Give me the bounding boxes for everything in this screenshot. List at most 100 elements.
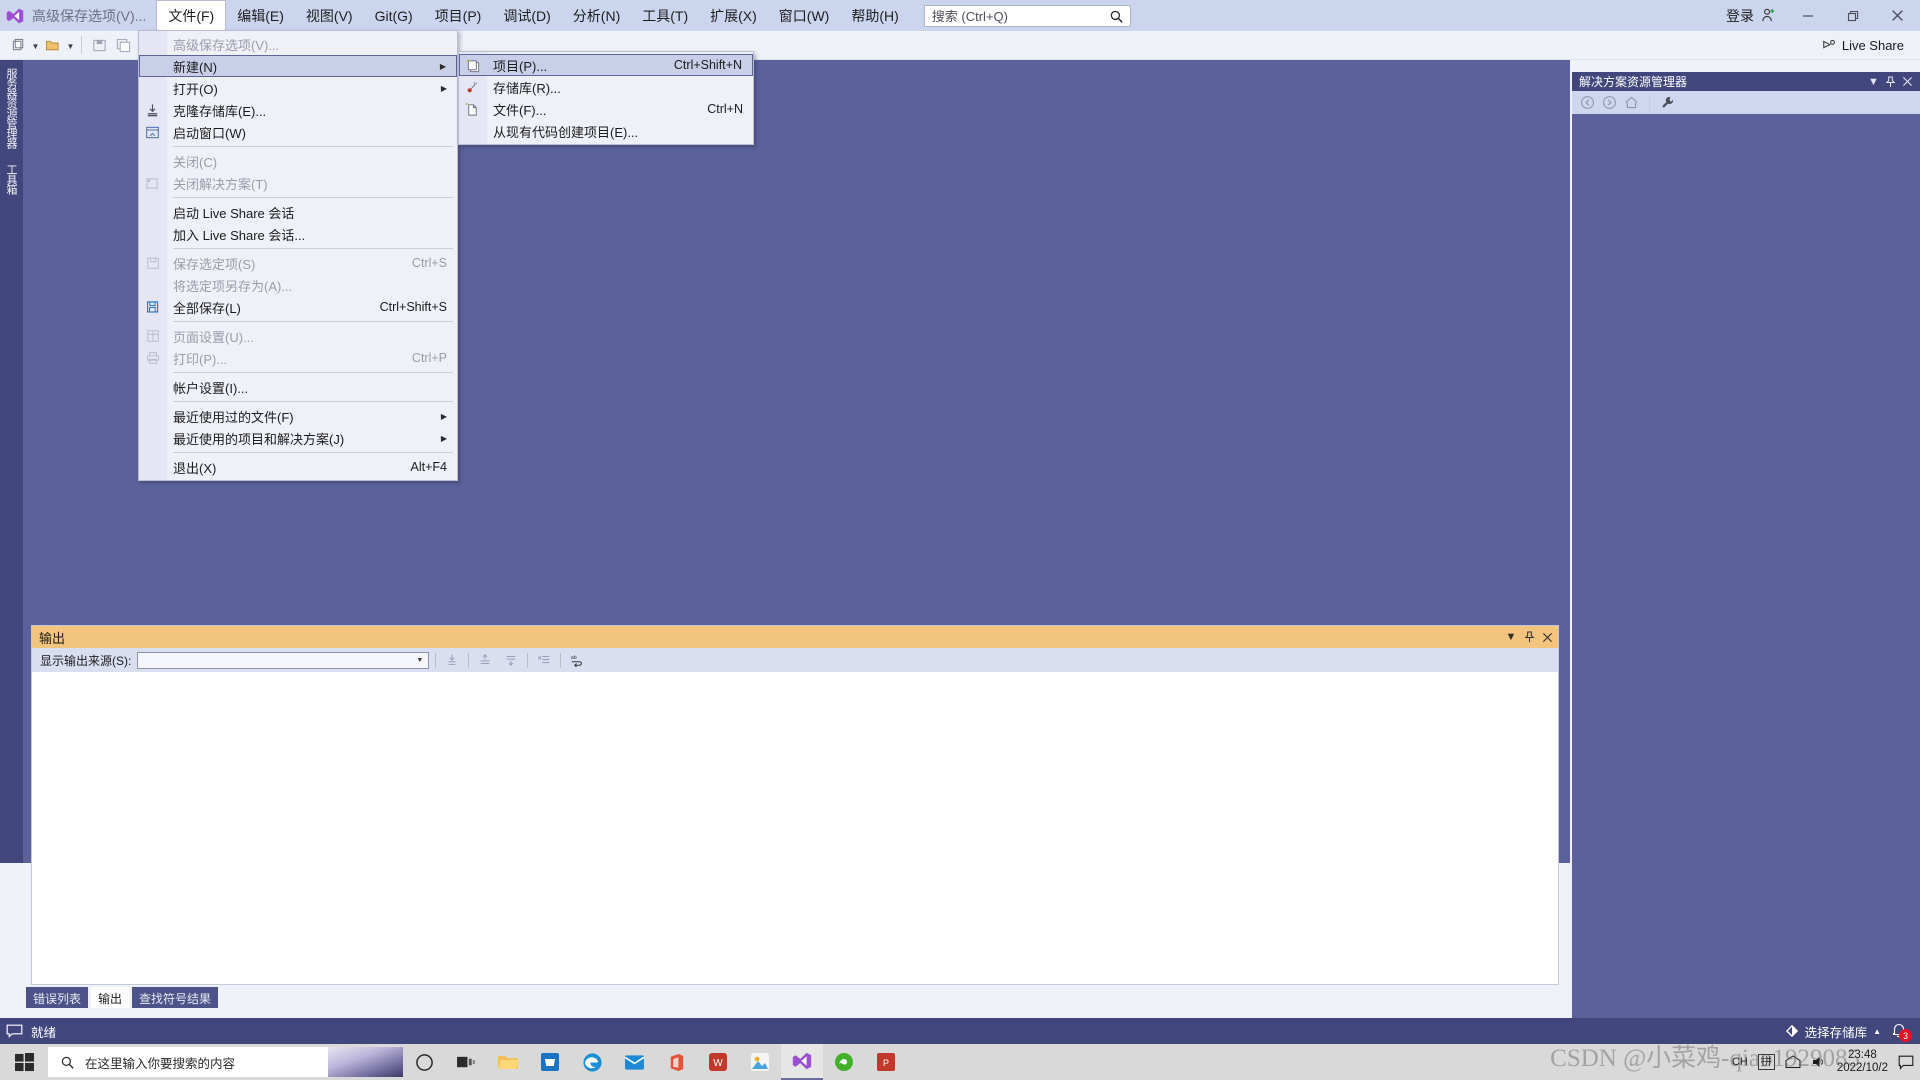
bottom-tab-error-list[interactable]: 错误列表 [26, 987, 89, 1008]
live-share-button[interactable]: Live Share [1822, 38, 1904, 53]
minimize-button[interactable] [1785, 0, 1830, 31]
start-button[interactable] [0, 1044, 48, 1080]
chevron-down-icon[interactable]: ▼ [1865, 73, 1882, 90]
menu-item-label: 加入 Live Share 会话... [173, 227, 306, 243]
pycharm-icon[interactable]: P [865, 1044, 907, 1080]
menu-item-start-window[interactable]: 启动窗口(W) [139, 121, 457, 143]
svg-text:W: W [713, 1058, 723, 1069]
menu-item-start-live-share-session[interactable]: 启动 Live Share 会话 [139, 201, 457, 223]
save-all-toolbar-icon[interactable] [111, 34, 135, 57]
visual-studio-taskbar-icon[interactable] [781, 1044, 823, 1080]
menu-item-save-all[interactable]: 全部保存(L) Ctrl+Shift+S [139, 296, 457, 318]
save-toolbar-icon[interactable] [87, 34, 111, 57]
home-icon[interactable] [1622, 93, 1641, 112]
menu-analyze[interactable]: 分析(N) [562, 0, 631, 31]
submenu-item-new-file[interactable]: 文件(F)... Ctrl+N [459, 98, 753, 120]
menu-item-recent-files[interactable]: 最近使用过的文件(F) ▶ [139, 405, 457, 427]
feedback-icon[interactable] [6, 1024, 23, 1039]
restore-button[interactable] [1830, 0, 1875, 31]
menu-view[interactable]: 视图(V) [295, 0, 364, 31]
sign-in-button[interactable]: 登录 [1726, 6, 1785, 26]
rail-tab-server-explorer[interactable]: 服务器资源管理器 [0, 60, 21, 156]
select-repository-button[interactable]: 选择存储库 ▲ [1785, 1022, 1881, 1041]
find-message-icon[interactable] [442, 650, 462, 670]
file-explorer-icon[interactable] [487, 1044, 529, 1080]
rail-tab-toolbox[interactable]: 工具箱 [0, 156, 21, 202]
panel-close-icon[interactable] [1899, 73, 1916, 90]
menu-debug[interactable]: 调试(D) [492, 0, 561, 31]
add-user-icon [1760, 7, 1777, 24]
office-icon[interactable] [655, 1044, 697, 1080]
submenu-item-project-from-existing-code[interactable]: 从现有代码创建项目(E)... [459, 120, 753, 142]
toggle-word-wrap-icon[interactable]: ab [567, 650, 587, 670]
bottom-tab-output[interactable]: 输出 [91, 987, 130, 1008]
bottom-panel-tabs: 错误列表 输出 查找符号结果 [26, 987, 219, 1008]
go-to-previous-message-icon[interactable] [475, 650, 495, 670]
tray-action-center-icon[interactable] [1898, 1055, 1914, 1070]
save-all-icon [144, 299, 161, 315]
menu-item-clone-repository[interactable]: 克隆存储库(E)... [139, 99, 457, 121]
properties-wrench-icon[interactable] [1658, 93, 1677, 112]
menu-git[interactable]: Git(G) [364, 0, 424, 31]
menu-window[interactable]: 窗口(W) [768, 0, 841, 31]
notification-count-badge: 3 [1899, 1029, 1912, 1042]
menu-item-label: 帐户设置(I)... [173, 380, 249, 396]
submenu-item-new-project[interactable]: 项目(P)... Ctrl+Shift+N [459, 54, 753, 76]
menu-item-label: 新建(N) [173, 59, 218, 75]
menu-item-account-settings[interactable]: 帐户设置(I)... [139, 376, 457, 398]
output-panel-body[interactable] [32, 672, 1558, 984]
forward-icon[interactable] [1600, 93, 1619, 112]
menu-project[interactable]: 项目(P) [424, 0, 493, 31]
menu-item-open[interactable]: 打开(O) ▶ [139, 77, 457, 99]
output-pin-icon[interactable] [1520, 628, 1538, 646]
anaconda-icon[interactable] [823, 1044, 865, 1080]
output-source-select[interactable]: ▼ [137, 651, 430, 669]
solution-explorer-title: 解决方案资源管理器 [1579, 75, 1688, 89]
new-project-toolbar-icon[interactable] [6, 34, 30, 57]
menu-item-new[interactable]: 新建(N) ▶ [139, 55, 457, 77]
output-chevron-down-icon[interactable]: ▼ [1502, 628, 1520, 646]
menu-item-label: 关闭解决方案(T) [173, 176, 268, 192]
visual-studio-logo-icon [0, 0, 30, 31]
tray-clock[interactable]: 23:48 2022/10/2 [1837, 1049, 1888, 1075]
menu-help[interactable]: 帮助(H) [840, 0, 909, 31]
tray-ime-mode[interactable]: 拼 [1757, 1054, 1775, 1070]
go-to-next-message-icon[interactable] [501, 650, 521, 670]
notifications-button[interactable]: 3 [1890, 1021, 1912, 1042]
cortana-icon[interactable] [403, 1044, 445, 1080]
bottom-tab-find-symbol-results[interactable]: 查找符号结果 [132, 987, 219, 1008]
tray-volume-icon[interactable] [1811, 1055, 1827, 1069]
tray-network-icon[interactable] [1785, 1055, 1801, 1069]
menu-tools[interactable]: 工具(T) [631, 0, 699, 31]
outlook-mail-icon[interactable] [613, 1044, 655, 1080]
wps-icon[interactable]: W [697, 1044, 739, 1080]
microsoft-edge-icon[interactable] [571, 1044, 613, 1080]
taskbar-search-box[interactable]: 在这里输入你要搜索的内容 [48, 1047, 403, 1077]
back-icon[interactable] [1578, 93, 1597, 112]
select-repository-label: 选择存储库 [1804, 1025, 1868, 1040]
menu-item-recent-projects-and-solutions[interactable]: 最近使用的项目和解决方案(J) ▶ [139, 427, 457, 449]
open-file-icon[interactable] [41, 34, 65, 57]
output-close-icon[interactable] [1538, 628, 1556, 646]
task-view-icon[interactable] [445, 1044, 487, 1080]
microsoft-store-icon[interactable] [529, 1044, 571, 1080]
submenu-item-new-repository[interactable]: 存储库(R)... [459, 76, 753, 98]
submenu-arrow-icon: ▶ [440, 411, 447, 421]
pin-icon[interactable] [1882, 73, 1899, 90]
menu-separator [173, 321, 453, 322]
menu-item-join-live-share-session[interactable]: 加入 Live Share 会话... [139, 223, 457, 245]
photos-icon[interactable] [739, 1044, 781, 1080]
clear-all-icon[interactable] [534, 650, 554, 670]
tray-ime-language[interactable]: CH [1732, 1056, 1748, 1068]
global-search-box[interactable]: 搜索 (Ctrl+Q) [923, 4, 1131, 27]
clone-repo-icon [144, 102, 161, 118]
menu-item-label: 全部保存(L) [173, 300, 241, 316]
menu-edit[interactable]: 编辑(E) [226, 0, 295, 31]
menu-extensions[interactable]: 扩展(X) [699, 0, 768, 31]
close-button[interactable] [1875, 0, 1920, 31]
new-project-dropdown-caret[interactable]: ▼ [30, 34, 41, 56]
menu-item-exit[interactable]: 退出(X) Alt+F4 [139, 456, 457, 478]
submenu-item-label: 从现有代码创建项目(E)... [493, 124, 639, 140]
open-file-dropdown-caret[interactable]: ▼ [65, 34, 76, 56]
menu-file[interactable]: 文件(F) [156, 0, 227, 31]
